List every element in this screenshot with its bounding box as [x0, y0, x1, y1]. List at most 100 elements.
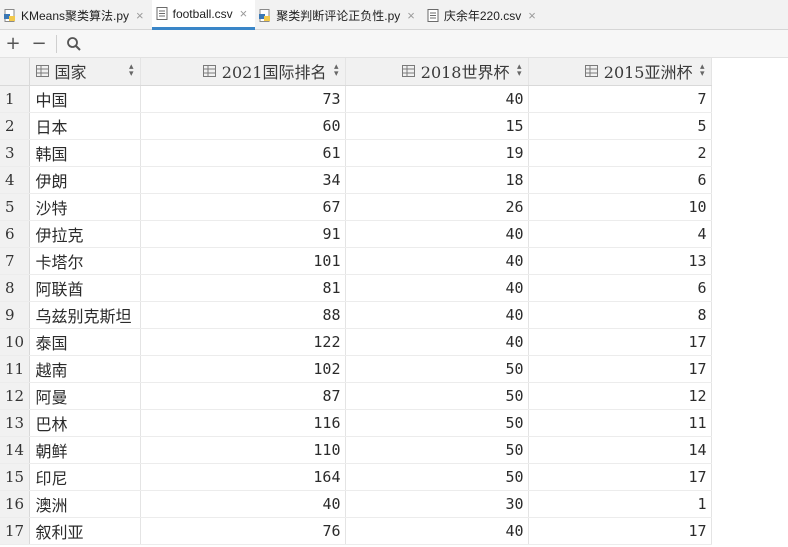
- table-cell[interactable]: 11: [528, 409, 712, 437]
- table-cell[interactable]: 122: [140, 328, 346, 356]
- table-cell[interactable]: 102: [140, 355, 346, 383]
- table-row[interactable]: 4 伊朗 34 18 6: [0, 166, 712, 194]
- table-cell[interactable]: 87: [140, 382, 346, 410]
- table-cell[interactable]: 7: [528, 85, 712, 113]
- table-row[interactable]: 2 日本 60 15 5: [0, 112, 712, 140]
- column-header[interactable]: 2021国际排名 ▴ ▾: [140, 58, 346, 86]
- table-cell[interactable]: 17: [528, 517, 712, 545]
- table-cell[interactable]: 8: [528, 301, 712, 329]
- minus-icon[interactable]: −: [26, 31, 52, 57]
- table-cell[interactable]: 73: [140, 85, 346, 113]
- table-cell[interactable]: 中国: [29, 85, 141, 113]
- table-row[interactable]: 5 沙特 67 26 10: [0, 193, 712, 221]
- sort-icon[interactable]: ▴ ▾: [334, 63, 339, 79]
- table-cell[interactable]: 34: [140, 166, 346, 194]
- table-cell[interactable]: 50: [345, 436, 529, 464]
- table-cell[interactable]: 40: [345, 247, 529, 275]
- search-icon[interactable]: [61, 31, 87, 57]
- column-header[interactable]: 2015亚洲杯 ▴ ▾: [528, 58, 712, 86]
- table-cell[interactable]: 澳洲: [29, 490, 141, 518]
- table-cell[interactable]: 10: [528, 193, 712, 221]
- table-cell[interactable]: 17: [528, 355, 712, 383]
- table-cell[interactable]: 17: [528, 328, 712, 356]
- table-cell[interactable]: 26: [345, 193, 529, 221]
- table-cell[interactable]: 韩国: [29, 139, 141, 167]
- table-row[interactable]: 13 巴林 116 50 11: [0, 409, 712, 437]
- table-cell[interactable]: 19: [345, 139, 529, 167]
- table-cell[interactable]: 50: [345, 409, 529, 437]
- table-cell[interactable]: 5: [528, 112, 712, 140]
- table-cell[interactable]: 18: [345, 166, 529, 194]
- table-cell[interactable]: 1: [528, 490, 712, 518]
- plus-icon[interactable]: +: [0, 31, 26, 57]
- sort-icon[interactable]: ▴ ▾: [129, 63, 134, 79]
- table-cell[interactable]: 阿曼: [29, 382, 141, 410]
- tab-csv-3[interactable]: 庆余年220.csv ×: [423, 0, 544, 30]
- table-cell[interactable]: 88: [140, 301, 346, 329]
- table-row[interactable]: 15 印尼 164 50 17: [0, 463, 712, 491]
- table-cell[interactable]: 14: [528, 436, 712, 464]
- table-row[interactable]: 16 澳洲 40 30 1: [0, 490, 712, 518]
- table-cell[interactable]: 40: [345, 220, 529, 248]
- tab-csv-1[interactable]: football.csv ×: [151, 0, 256, 30]
- table-cell[interactable]: 164: [140, 463, 346, 491]
- table-cell[interactable]: 91: [140, 220, 346, 248]
- table-cell[interactable]: 50: [345, 355, 529, 383]
- table-cell[interactable]: 61: [140, 139, 346, 167]
- table-cell[interactable]: 40: [345, 328, 529, 356]
- table-row[interactable]: 12 阿曼 87 50 12: [0, 382, 712, 410]
- tab-py-2[interactable]: 聚类判断评论正负性.py ×: [255, 0, 423, 30]
- table-row[interactable]: 11 越南 102 50 17: [0, 355, 712, 383]
- table-cell[interactable]: 乌兹别克斯坦: [29, 301, 141, 329]
- table-cell[interactable]: 40: [345, 517, 529, 545]
- table-cell[interactable]: 伊拉克: [29, 220, 141, 248]
- table-cell[interactable]: 76: [140, 517, 346, 545]
- table-cell[interactable]: 日本: [29, 112, 141, 140]
- table-cell[interactable]: 40: [345, 85, 529, 113]
- table-cell[interactable]: 沙特: [29, 193, 141, 221]
- table-cell[interactable]: 2: [528, 139, 712, 167]
- table-row[interactable]: 10 泰国 122 40 17: [0, 328, 712, 356]
- table-cell[interactable]: 15: [345, 112, 529, 140]
- table-cell[interactable]: 卡塔尔: [29, 247, 141, 275]
- table-cell[interactable]: 4: [528, 220, 712, 248]
- close-icon[interactable]: ×: [528, 8, 536, 23]
- table-cell[interactable]: 17: [528, 463, 712, 491]
- table-cell[interactable]: 朝鲜: [29, 436, 141, 464]
- table-cell[interactable]: 伊朗: [29, 166, 141, 194]
- table-row[interactable]: 9 乌兹别克斯坦 88 40 8: [0, 301, 712, 329]
- table-cell[interactable]: 叙利亚: [29, 517, 141, 545]
- table-cell[interactable]: 阿联酋: [29, 274, 141, 302]
- close-icon[interactable]: ×: [136, 8, 144, 23]
- table-cell[interactable]: 40: [345, 274, 529, 302]
- table-row[interactable]: 7 卡塔尔 101 40 13: [0, 247, 712, 275]
- tab-py-0[interactable]: KMeans聚类算法.py ×: [0, 0, 152, 30]
- table-row[interactable]: 17 叙利亚 76 40 17: [0, 517, 712, 545]
- table-cell[interactable]: 巴林: [29, 409, 141, 437]
- table-cell[interactable]: 印尼: [29, 463, 141, 491]
- table-cell[interactable]: 40: [345, 301, 529, 329]
- table-cell[interactable]: 12: [528, 382, 712, 410]
- table-row[interactable]: 3 韩国 61 19 2: [0, 139, 712, 167]
- table-row[interactable]: 6 伊拉克 91 40 4: [0, 220, 712, 248]
- table-cell[interactable]: 110: [140, 436, 346, 464]
- table-cell[interactable]: 泰国: [29, 328, 141, 356]
- table-cell[interactable]: 50: [345, 463, 529, 491]
- close-icon[interactable]: ×: [407, 8, 415, 23]
- table-cell[interactable]: 101: [140, 247, 346, 275]
- table-cell[interactable]: 越南: [29, 355, 141, 383]
- table-cell[interactable]: 6: [528, 166, 712, 194]
- close-icon[interactable]: ×: [240, 6, 248, 21]
- column-header[interactable]: 国家 ▴ ▾: [29, 58, 141, 86]
- table-row[interactable]: 1 中国 73 40 7: [0, 85, 712, 113]
- table-cell[interactable]: 67: [140, 193, 346, 221]
- table-cell[interactable]: 50: [345, 382, 529, 410]
- table-row[interactable]: 8 阿联酋 81 40 6: [0, 274, 712, 302]
- table-cell[interactable]: 40: [140, 490, 346, 518]
- sort-icon[interactable]: ▴ ▾: [700, 63, 705, 79]
- table-cell[interactable]: 30: [345, 490, 529, 518]
- table-cell[interactable]: 13: [528, 247, 712, 275]
- table-cell[interactable]: 6: [528, 274, 712, 302]
- table-cell[interactable]: 60: [140, 112, 346, 140]
- sort-icon[interactable]: ▴ ▾: [517, 63, 522, 79]
